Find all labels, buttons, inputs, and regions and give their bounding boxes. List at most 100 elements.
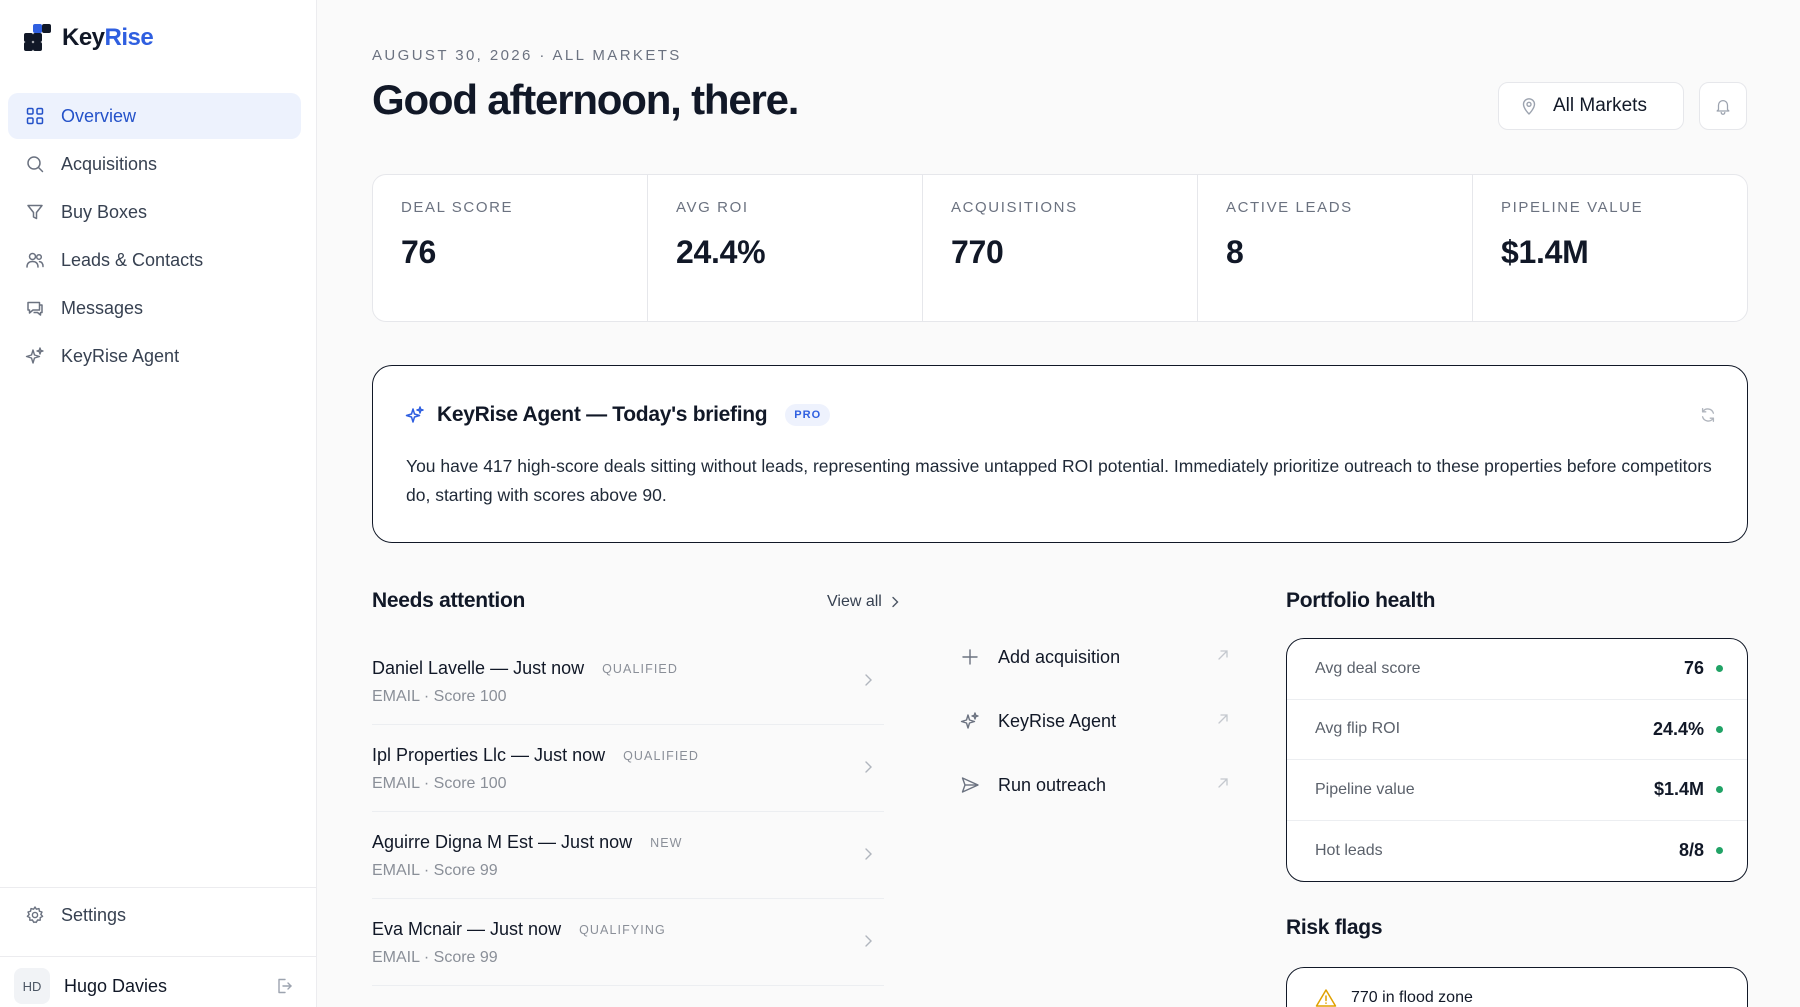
- kpi-avg-roi: AVG ROI 24.4%: [648, 175, 923, 321]
- refresh-icon[interactable]: [1699, 406, 1717, 424]
- action-label: KeyRise Agent: [998, 710, 1117, 731]
- list-item[interactable]: Eva Mcnair — Just now QUALIFYING EMAIL · …: [372, 899, 884, 986]
- bell-icon: [1716, 99, 1730, 115]
- portfolio-health-card: Avg deal score 76 Avg flip ROI 24.4% Pip…: [1286, 638, 1748, 882]
- gear-icon: [26, 906, 44, 924]
- market-selector-label: All Markets: [1553, 95, 1647, 116]
- kpi-label: PIPELINE VALUE: [1501, 199, 1644, 216]
- warning-icon: [1315, 989, 1337, 1007]
- kpi-value: 24.4%: [676, 234, 766, 270]
- sidebar-item-overview[interactable]: Overview: [8, 93, 301, 139]
- sidebar-item-buy-boxes[interactable]: Buy Boxes: [8, 189, 301, 235]
- kpi-pipeline-value: PIPELINE VALUE $1.4M: [1473, 175, 1747, 321]
- health-label: Avg deal score: [1315, 659, 1421, 677]
- status-badge: QUALIFIED: [602, 661, 678, 676]
- chevron-right-icon: [865, 761, 872, 773]
- chevron-right-icon: [865, 935, 872, 947]
- filter-icon: [25, 202, 45, 222]
- kpi-acquisitions: ACQUISITIONS 770: [923, 175, 1198, 321]
- lead-name: Ipl Properties Llc — Just now: [372, 745, 606, 765]
- logout-icon[interactable]: [274, 976, 294, 996]
- list-item[interactable]: Aguirre Digna M Est — Just now NEW EMAIL …: [372, 812, 884, 899]
- agent-briefing-card: KeyRise Agent — Today's briefing PRO You…: [372, 365, 1748, 543]
- arrow-up-right-icon: [1218, 650, 1228, 660]
- pro-badge: PRO: [785, 404, 831, 426]
- health-label: Pipeline value: [1315, 780, 1415, 798]
- status-dot: [1716, 847, 1723, 855]
- sidebar-item-messages[interactable]: Messages: [8, 285, 301, 331]
- view-all-link[interactable]: View all: [827, 593, 900, 611]
- sidebar-item-settings[interactable]: Settings: [8, 892, 301, 938]
- kpi-value: 8: [1226, 234, 1244, 270]
- sidebar-item-leads-contacts[interactable]: Leads & Contacts: [8, 237, 301, 283]
- health-label: Avg flip ROI: [1315, 720, 1401, 738]
- lead-name: Eva Mcnair — Just now: [372, 919, 562, 939]
- run-outreach-button[interactable]: Run outreach: [960, 753, 1230, 817]
- sidebar-item-keyrise-agent[interactable]: KeyRise Agent: [8, 333, 301, 379]
- user-name: Hugo Davies: [64, 975, 168, 996]
- keyrise-agent-button[interactable]: KeyRise Agent: [960, 689, 1230, 753]
- health-value: 24.4%: [1652, 718, 1704, 739]
- status-badge: NEW: [650, 835, 683, 850]
- grid-icon: [25, 106, 45, 126]
- kpi-label: DEAL SCORE: [401, 199, 514, 216]
- health-row: Avg deal score 76: [1287, 639, 1747, 700]
- view-all-label: View all: [827, 593, 882, 610]
- risk-flag-item[interactable]: 770 in flood zone: [1315, 988, 1473, 1007]
- briefing-title: KeyRise Agent — Today's briefing: [437, 403, 768, 426]
- health-row: Hot leads 8/8: [1287, 821, 1747, 882]
- add-acquisition-button[interactable]: Add acquisition: [960, 625, 1230, 689]
- chevron-right-icon: [865, 848, 872, 860]
- kpi-label: AVG ROI: [676, 199, 749, 216]
- health-row: Pipeline value $1.4M: [1287, 760, 1747, 821]
- brand-name: KeyRise: [62, 24, 154, 51]
- sidebar-nav: Overview Acquisitions Buy Boxes Leads & …: [8, 93, 301, 381]
- list-item[interactable]: Daniel Lavelle — Just now QUALIFIED EMAIL…: [372, 638, 884, 725]
- sparkle-icon: [25, 346, 45, 366]
- notifications-button[interactable]: [1699, 82, 1747, 130]
- sidebar: KeyRise Overview Acquisitions Buy Boxes …: [0, 0, 317, 1007]
- date-line: AUGUST 30, 2026 · ALL MARKETS: [372, 47, 682, 64]
- market-selector[interactable]: All Markets: [1498, 82, 1684, 130]
- lead-meta: EMAIL · Score 99: [372, 862, 498, 879]
- sidebar-item-label: KeyRise Agent: [61, 345, 180, 366]
- divider: [0, 956, 317, 957]
- plus-icon: [960, 647, 980, 667]
- logo-mark-icon: [24, 24, 52, 52]
- lead-name: Aguirre Digna M Est — Just now: [372, 832, 633, 852]
- list-item[interactable]: Ipl Properties Llc — Just now QUALIFIED E…: [372, 725, 884, 812]
- health-label: Hot leads: [1315, 841, 1383, 859]
- page-title: Good afternoon, there.: [372, 76, 799, 123]
- lead-meta: EMAIL · Score 100: [372, 688, 507, 705]
- kpi-deal-score: DEAL SCORE 76: [373, 175, 648, 321]
- quick-actions: Add acquisition KeyRise Agent Run outrea…: [960, 625, 1230, 817]
- needs-attention-list: Daniel Lavelle — Just now QUALIFIED EMAIL…: [372, 638, 884, 986]
- lead-name: Daniel Lavelle — Just now: [372, 658, 585, 678]
- health-row: Avg flip ROI 24.4%: [1287, 700, 1747, 760]
- sidebar-item-label: Buy Boxes: [61, 201, 148, 222]
- sidebar-item-acquisitions[interactable]: Acquisitions: [8, 141, 301, 187]
- kpi-label: ACQUISITIONS: [951, 199, 1078, 216]
- settings-label: Settings: [61, 904, 127, 925]
- sidebar-item-label: Acquisitions: [61, 153, 158, 174]
- user-profile[interactable]: HD Hugo Davies: [14, 966, 294, 1006]
- health-value: $1.4M: [1653, 779, 1704, 800]
- avatar: HD: [14, 968, 50, 1004]
- status-dot: [1716, 725, 1723, 733]
- sparkle-icon: [960, 711, 980, 731]
- brand-logo[interactable]: KeyRise: [24, 24, 154, 52]
- action-label: Add acquisition: [998, 646, 1121, 667]
- users-icon: [25, 250, 45, 270]
- action-label: Run outreach: [998, 774, 1107, 795]
- status-badge: QUALIFIED: [623, 748, 699, 763]
- sidebar-item-label: Leads & Contacts: [61, 249, 204, 270]
- risk-flags-title: Risk flags: [1286, 916, 1383, 939]
- briefing-header: KeyRise Agent — Today's briefing PRO: [405, 403, 831, 427]
- lead-meta: EMAIL · Score 99: [372, 949, 498, 966]
- health-value: 8/8: [1678, 840, 1704, 861]
- lead-meta: EMAIL · Score 100: [372, 775, 507, 792]
- send-icon: [960, 775, 980, 795]
- risk-flags-card: 770 in flood zone: [1286, 967, 1748, 1007]
- kpi-label: ACTIVE LEADS: [1226, 199, 1353, 216]
- kpi-value: 770: [951, 234, 1004, 270]
